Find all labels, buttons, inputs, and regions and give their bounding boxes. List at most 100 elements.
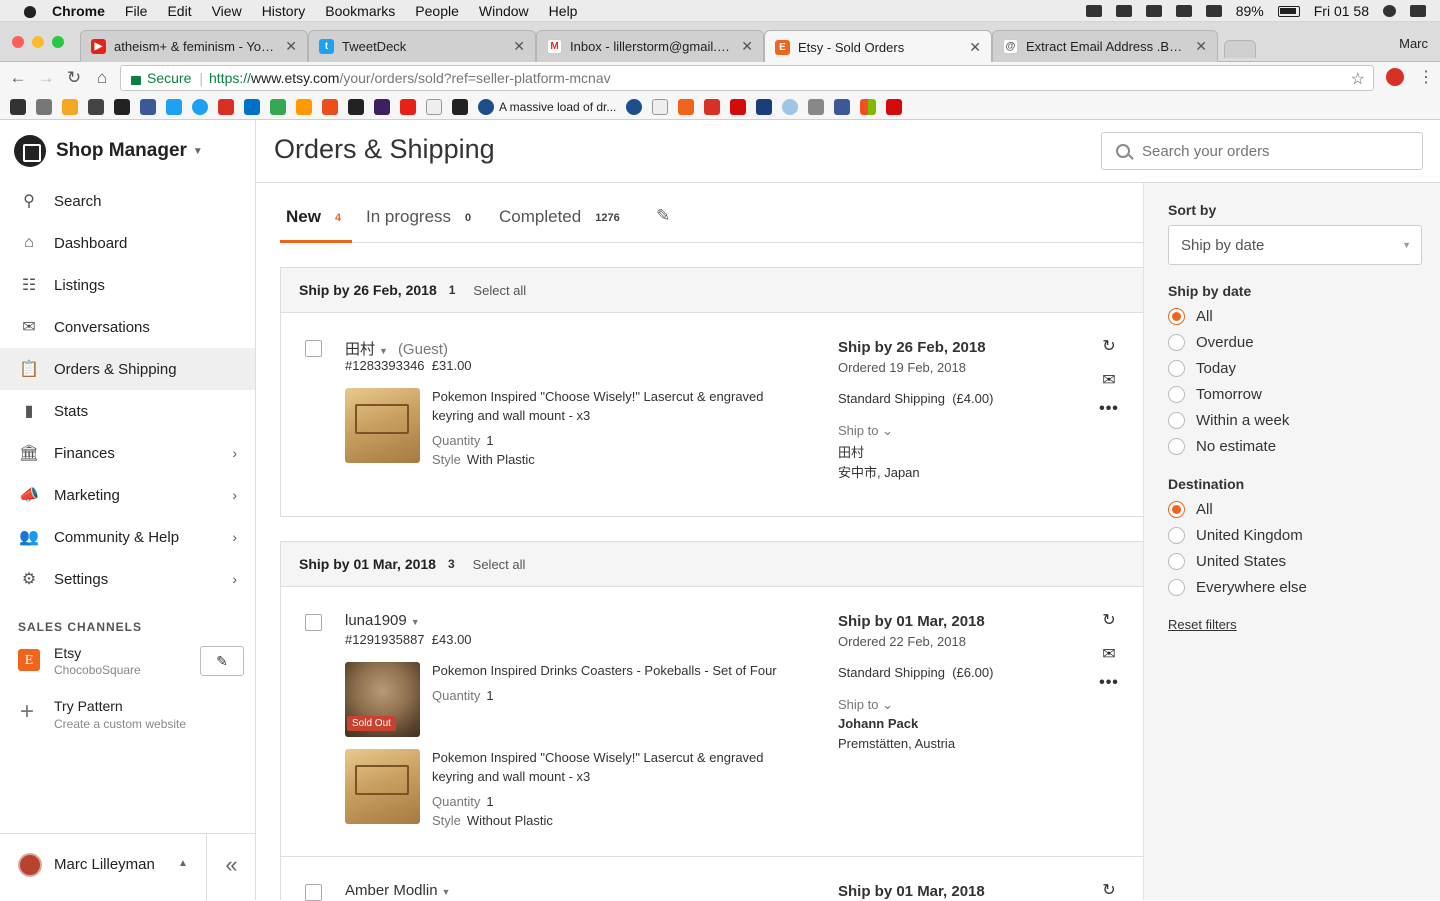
sidebar-item-listings[interactable]: ☷ Listings bbox=[0, 264, 255, 306]
bookmark-icon[interactable] bbox=[808, 98, 825, 115]
sidebar-item-marketing[interactable]: 📣 Marketing › bbox=[0, 474, 255, 516]
address-bar[interactable]: Secure | https:// www.etsy.com /your/ord… bbox=[120, 65, 1374, 91]
reset-filters-link[interactable]: Reset filters bbox=[1168, 617, 1237, 632]
chevron-up-icon[interactable]: ▲ bbox=[178, 858, 188, 869]
bookmark-massive-load[interactable]: A massive load of dr... bbox=[478, 98, 616, 115]
bookmark-icon[interactable] bbox=[348, 98, 364, 115]
browser-tab-gmail[interactable]: M Inbox - lillerstorm@gmail.com ✕ bbox=[536, 30, 764, 62]
youtube-icon[interactable] bbox=[400, 98, 416, 115]
sidebar-item-orders-shipping[interactable]: 📋 Orders & Shipping bbox=[0, 348, 255, 390]
sidebar-item-community-help[interactable]: 👥 Community & Help › bbox=[0, 516, 255, 558]
edit-tabs-icon[interactable]: ✎ bbox=[656, 206, 670, 226]
browser-tab-tweetdeck[interactable]: t TweetDeck ✕ bbox=[308, 30, 536, 62]
menu-app-name[interactable]: Chrome bbox=[52, 3, 105, 19]
bookmark-icon[interactable] bbox=[88, 98, 104, 115]
ship-to-toggle[interactable]: Ship to ⌄ bbox=[838, 697, 893, 713]
sales-channel-etsy[interactable]: E Etsy ChocoboSquare ✎ bbox=[18, 643, 244, 679]
window-minimize-button[interactable] bbox=[32, 36, 44, 48]
bookmark-icon[interactable] bbox=[114, 98, 130, 115]
buyer-name[interactable]: Amber Modlin ▼ bbox=[345, 882, 450, 899]
radio-ship-today[interactable]: Today bbox=[1168, 360, 1236, 377]
bookmark-icon[interactable] bbox=[374, 98, 390, 115]
buyer-name[interactable]: luna1909 ▼ bbox=[345, 612, 420, 629]
menu-file[interactable]: File bbox=[125, 3, 148, 19]
select-all-link[interactable]: Select all bbox=[473, 283, 526, 298]
radio-dest-all[interactable]: All bbox=[1168, 501, 1213, 518]
tweetdeck-icon[interactable] bbox=[166, 98, 182, 115]
nfl-icon[interactable] bbox=[730, 98, 747, 115]
bookmark-icon[interactable] bbox=[36, 98, 52, 115]
edit-shop-button[interactable]: ✎ bbox=[200, 646, 244, 676]
bookmark-icon[interactable] bbox=[834, 98, 851, 115]
sidebar-item-conversations[interactable]: ✉ Conversations bbox=[0, 306, 255, 348]
battery-percent[interactable]: 89% bbox=[1236, 3, 1264, 19]
radio-dest-elsewhere[interactable]: Everywhere else bbox=[1168, 579, 1307, 596]
new-tab-button[interactable] bbox=[1224, 40, 1256, 58]
bookmark-icon[interactable] bbox=[322, 98, 338, 115]
browser-tab-etsy[interactable]: E Etsy - Sold Orders ✕ bbox=[764, 30, 992, 63]
mark-complete-icon[interactable]: ↻ bbox=[1099, 611, 1119, 631]
sidebar-item-settings[interactable]: ⚙ Settings › bbox=[0, 558, 255, 600]
message-icon[interactable]: ✉ bbox=[1099, 371, 1119, 391]
close-tab-icon[interactable]: ✕ bbox=[285, 38, 297, 55]
battery-icon[interactable] bbox=[1277, 5, 1300, 17]
menu-edit[interactable]: Edit bbox=[167, 3, 191, 19]
sidebar-item-stats[interactable]: ▮ Stats bbox=[0, 390, 255, 432]
sidebar-item-dashboard[interactable]: ⌂ Dashboard bbox=[0, 222, 255, 264]
extension-icon[interactable] bbox=[1386, 68, 1404, 86]
more-options-icon[interactable]: ••• bbox=[1099, 399, 1119, 419]
page-icon[interactable] bbox=[652, 98, 669, 115]
browser-profile-name[interactable]: Marc bbox=[1399, 36, 1428, 51]
user-name[interactable]: Marc Lilleyman bbox=[54, 856, 155, 873]
buyer-name[interactable]: 田村 ▼ (Guest) bbox=[345, 338, 448, 359]
sidebar-item-search[interactable]: ⚲ Search bbox=[0, 180, 255, 222]
order-search[interactable] bbox=[1101, 132, 1423, 170]
airplay-icon[interactable] bbox=[1175, 5, 1192, 17]
dropbox-icon[interactable] bbox=[1085, 5, 1102, 17]
order-checkbox[interactable] bbox=[305, 614, 322, 631]
more-options-icon[interactable]: ••• bbox=[1099, 673, 1119, 693]
reload-icon[interactable]: ↻ bbox=[64, 68, 84, 88]
outlook-icon[interactable] bbox=[244, 98, 260, 115]
radio-ship-tomorrow[interactable]: Tomorrow bbox=[1168, 386, 1262, 403]
order-checkbox[interactable] bbox=[305, 340, 322, 357]
volume-icon[interactable] bbox=[1205, 5, 1222, 17]
twitter-icon[interactable] bbox=[192, 98, 208, 115]
radio-ship-within-week[interactable]: Within a week bbox=[1168, 412, 1289, 429]
browser-tab-extract-email[interactable]: @ Extract Email Address .Best Email ✕ bbox=[992, 30, 1218, 62]
apple-icon[interactable] bbox=[22, 3, 38, 19]
item-title[interactable]: Pokemon Inspired Drinks Coasters - Pokeb… bbox=[432, 661, 807, 680]
radio-dest-uk[interactable]: United Kingdom bbox=[1168, 527, 1303, 544]
close-tab-icon[interactable]: ✕ bbox=[513, 38, 525, 55]
gmail-icon[interactable] bbox=[218, 98, 234, 115]
order-checkbox[interactable] bbox=[305, 884, 322, 901]
select-all-link[interactable]: Select all bbox=[473, 557, 526, 572]
sort-by-select[interactable]: Ship by date ▼ bbox=[1168, 225, 1422, 265]
close-tab-icon[interactable]: ✕ bbox=[1195, 38, 1207, 55]
bookmark-icon[interactable] bbox=[782, 98, 799, 115]
radio-dest-us[interactable]: United States bbox=[1168, 553, 1286, 570]
item-title[interactable]: Pokemon Inspired "Choose Wisely!" Laserc… bbox=[432, 748, 807, 786]
product-thumbnail[interactable] bbox=[345, 388, 420, 463]
menu-window[interactable]: Window bbox=[479, 3, 529, 19]
tab-in-progress[interactable]: In progress 0 bbox=[366, 203, 476, 243]
notification-center-icon[interactable] bbox=[1410, 5, 1426, 17]
menu-history[interactable]: History bbox=[262, 3, 306, 19]
order-id[interactable]: #1291935887 bbox=[345, 632, 425, 647]
mark-complete-icon[interactable]: ↻ bbox=[1099, 337, 1119, 357]
message-icon[interactable]: ✉ bbox=[1099, 645, 1119, 665]
radio-ship-overdue[interactable]: Overdue bbox=[1168, 334, 1254, 351]
product-thumbnail[interactable]: Sold Out bbox=[345, 662, 420, 737]
microsoft-icon[interactable] bbox=[860, 98, 877, 115]
bookmark-music-icon[interactable] bbox=[10, 98, 26, 115]
amazon-icon[interactable] bbox=[296, 98, 312, 115]
bookmark-icon[interactable] bbox=[62, 98, 78, 115]
tab-new[interactable]: New 4 bbox=[280, 203, 352, 243]
order-search-input[interactable] bbox=[1142, 142, 1402, 160]
nfl-icon[interactable] bbox=[886, 98, 903, 115]
menu-people[interactable]: People bbox=[415, 3, 459, 19]
bookmark-star-icon[interactable]: ☆ bbox=[1351, 69, 1365, 89]
mark-complete-icon[interactable]: ↻ bbox=[1099, 881, 1119, 901]
menu-view[interactable]: View bbox=[212, 3, 242, 19]
clock[interactable]: Fri 01 58 bbox=[1314, 3, 1369, 19]
